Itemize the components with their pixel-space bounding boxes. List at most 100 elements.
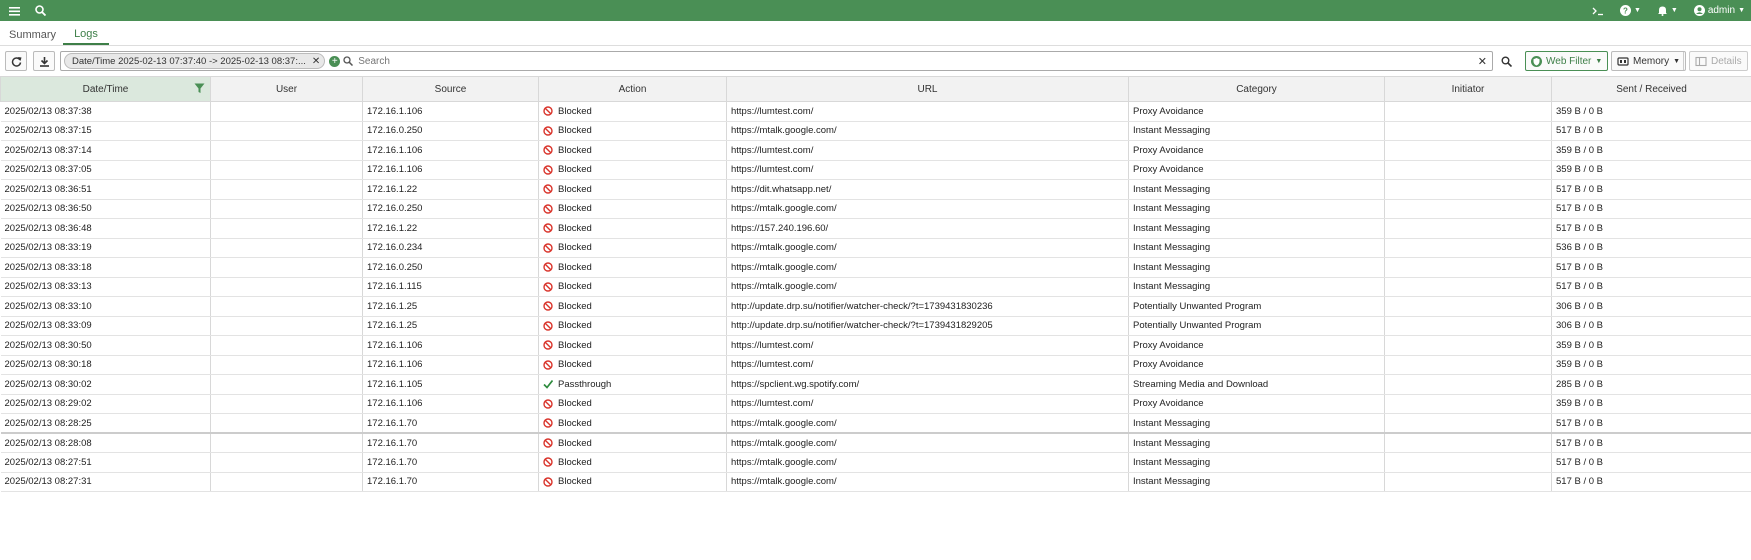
search-input[interactable]	[356, 54, 1478, 68]
help-icon[interactable]: ? ▼	[1619, 5, 1641, 16]
column-header-category[interactable]: Category	[1128, 76, 1385, 102]
cell-sent-received: 359 B / 0 B	[1551, 335, 1751, 356]
cell-url: https://mtalk.google.com/	[726, 121, 1129, 141]
search-submit-button[interactable]	[1497, 51, 1515, 71]
table-row[interactable]: 2025/02/13 08:37:15 172.16.0.250 Blocked ht…	[0, 121, 1751, 141]
cell-action: Blocked	[538, 296, 727, 317]
cell-source: 172.16.1.106	[362, 394, 539, 414]
cell-initiator	[1384, 433, 1552, 453]
table-row[interactable]: 2025/02/13 08:36:51 172.16.1.22 Blocked htt…	[0, 179, 1751, 200]
search-icon[interactable]	[32, 5, 48, 16]
cell-action: Passthrough	[538, 374, 727, 395]
cell-initiator	[1384, 452, 1552, 473]
notifications-bell-icon[interactable]: ▼	[1657, 5, 1678, 16]
cell-action: Blocked	[538, 257, 727, 278]
cell-action: Blocked	[538, 218, 727, 239]
cell-datetime: 2025/02/13 08:33:10	[0, 296, 211, 317]
cell-category: Instant Messaging	[1128, 238, 1385, 258]
table-row[interactable]: 2025/02/13 08:36:50 172.16.0.250 Blocked ht…	[0, 199, 1751, 219]
user-menu[interactable]: admin ▼	[1693, 5, 1745, 16]
log-source-label: Memory	[1633, 55, 1670, 67]
cell-action: Blocked	[538, 238, 727, 258]
cell-category: Instant Messaging	[1128, 277, 1385, 297]
table-row[interactable]: 2025/02/13 08:28:08 172.16.1.70 Blocked htt…	[0, 433, 1751, 453]
cell-action: Blocked	[538, 101, 727, 122]
cell-category: Potentially Unwanted Program	[1128, 316, 1385, 336]
blocked-icon	[543, 360, 553, 370]
column-header-action[interactable]: Action	[538, 76, 727, 102]
table-row[interactable]: 2025/02/13 08:36:48 172.16.1.22 Blocked htt…	[0, 218, 1751, 239]
details-label: Details	[1711, 55, 1742, 67]
menu-icon[interactable]	[4, 6, 24, 16]
filter-funnel-icon[interactable]	[194, 83, 205, 97]
cell-sent-received: 517 B / 0 B	[1551, 433, 1751, 453]
action-label: Blocked	[558, 203, 592, 215]
cell-source: 172.16.1.25	[362, 296, 539, 317]
table-row[interactable]: 2025/02/13 08:33:18 172.16.0.250 Blocked ht…	[0, 257, 1751, 278]
cell-initiator	[1384, 374, 1552, 395]
cell-source: 172.16.1.70	[362, 433, 539, 453]
tab-summary[interactable]: Summary	[9, 29, 56, 45]
cell-category: Instant Messaging	[1128, 179, 1385, 200]
cell-url: https://mtalk.google.com/	[726, 199, 1129, 219]
cell-initiator	[1384, 277, 1552, 297]
column-header-initiator[interactable]: Initiator	[1384, 76, 1552, 102]
cell-sent-received: 517 B / 0 B	[1551, 277, 1751, 297]
cell-sent-received: 517 B / 0 B	[1551, 218, 1751, 239]
filter-search-box[interactable]: Date/Time 2025-02-13 07:37:40 -> 2025-02…	[60, 51, 1493, 71]
table-row[interactable]: 2025/02/13 08:37:14 172.16.1.106 Blocked ht…	[0, 140, 1751, 161]
cell-category: Instant Messaging	[1128, 413, 1385, 434]
cell-sent-received: 517 B / 0 B	[1551, 179, 1751, 200]
cell-category: Proxy Avoidance	[1128, 160, 1385, 180]
action-label: Blocked	[558, 398, 592, 410]
details-button[interactable]: Details	[1689, 51, 1748, 71]
clear-search-icon[interactable]: ✕	[1478, 55, 1487, 68]
column-header-url[interactable]: URL	[726, 76, 1129, 102]
column-header-sent-received[interactable]: Sent / Received	[1551, 76, 1751, 102]
action-label: Blocked	[558, 476, 592, 488]
download-button[interactable]	[33, 51, 55, 71]
cell-url: https://mtalk.google.com/	[726, 452, 1129, 473]
table-row[interactable]: 2025/02/13 08:33:10 172.16.1.25 Blocked htt…	[0, 296, 1751, 317]
blocked-icon	[543, 126, 553, 136]
table-row[interactable]: 2025/02/13 08:27:31 172.16.1.70 Blocked htt…	[0, 472, 1751, 492]
cell-initiator	[1384, 199, 1552, 219]
table-row[interactable]: 2025/02/13 08:28:25 172.16.1.70 Blocked htt…	[0, 413, 1751, 434]
cell-source: 172.16.0.250	[362, 121, 539, 141]
cell-sent-received: 359 B / 0 B	[1551, 160, 1751, 180]
cell-initiator	[1384, 238, 1552, 258]
cell-sent-received: 517 B / 0 B	[1551, 257, 1751, 278]
cell-url: https://lumtest.com/	[726, 355, 1129, 375]
table-row[interactable]: 2025/02/13 08:30:02 172.16.1.105 Passthrou…	[0, 374, 1751, 395]
filter-chip-datetime[interactable]: Date/Time 2025-02-13 07:37:40 -> 2025-02…	[64, 53, 326, 69]
column-header-datetime[interactable]: Date/Time	[0, 76, 211, 102]
cell-datetime: 2025/02/13 08:37:05	[0, 160, 211, 180]
table-row[interactable]: 2025/02/13 08:29:02 172.16.1.106 Blocked ht…	[0, 394, 1751, 414]
action-label: Blocked	[558, 359, 592, 371]
blocked-icon	[543, 223, 553, 233]
cell-datetime: 2025/02/13 08:33:13	[0, 277, 211, 297]
cell-source: 172.16.1.115	[362, 277, 539, 297]
column-header-user[interactable]: User	[210, 76, 363, 102]
table-row[interactable]: 2025/02/13 08:33:19 172.16.0.234 Blocked ht…	[0, 238, 1751, 258]
table-row[interactable]: 2025/02/13 08:30:18 172.16.1.106 Blocked ht…	[0, 355, 1751, 375]
log-type-dropdown[interactable]: Web Filter ▼	[1525, 51, 1609, 71]
table-row[interactable]: 2025/02/13 08:30:50 172.16.1.106 Blocked ht…	[0, 335, 1751, 356]
table-row[interactable]: 2025/02/13 08:27:51 172.16.1.70 Blocked htt…	[0, 452, 1751, 473]
cell-action: Blocked	[538, 277, 727, 297]
cli-console-icon[interactable]	[1592, 6, 1604, 16]
refresh-button[interactable]	[5, 51, 27, 71]
cell-sent-received: 517 B / 0 B	[1551, 199, 1751, 219]
log-source-dropdown[interactable]: Memory ▼	[1611, 51, 1687, 71]
remove-filter-icon[interactable]: ✕	[312, 56, 320, 67]
table-row[interactable]: 2025/02/13 08:37:05 172.16.1.106 Blocked ht…	[0, 160, 1751, 180]
column-header-source[interactable]: Source	[362, 76, 539, 102]
table-row[interactable]: 2025/02/13 08:33:13 172.16.1.115 Blocked ht…	[0, 277, 1751, 297]
table-row[interactable]: 2025/02/13 08:37:38 172.16.1.106 Blocked ht…	[0, 101, 1751, 122]
details-panel-icon	[1695, 56, 1707, 66]
table-row[interactable]: 2025/02/13 08:33:09 172.16.1.25 Blocked htt…	[0, 316, 1751, 336]
cell-url: https://spclient.wg.spotify.com/	[726, 374, 1129, 395]
tab-logs[interactable]: Logs	[63, 28, 109, 45]
add-filter-icon[interactable]: +	[329, 55, 341, 67]
cell-datetime: 2025/02/13 08:28:25	[0, 413, 211, 434]
